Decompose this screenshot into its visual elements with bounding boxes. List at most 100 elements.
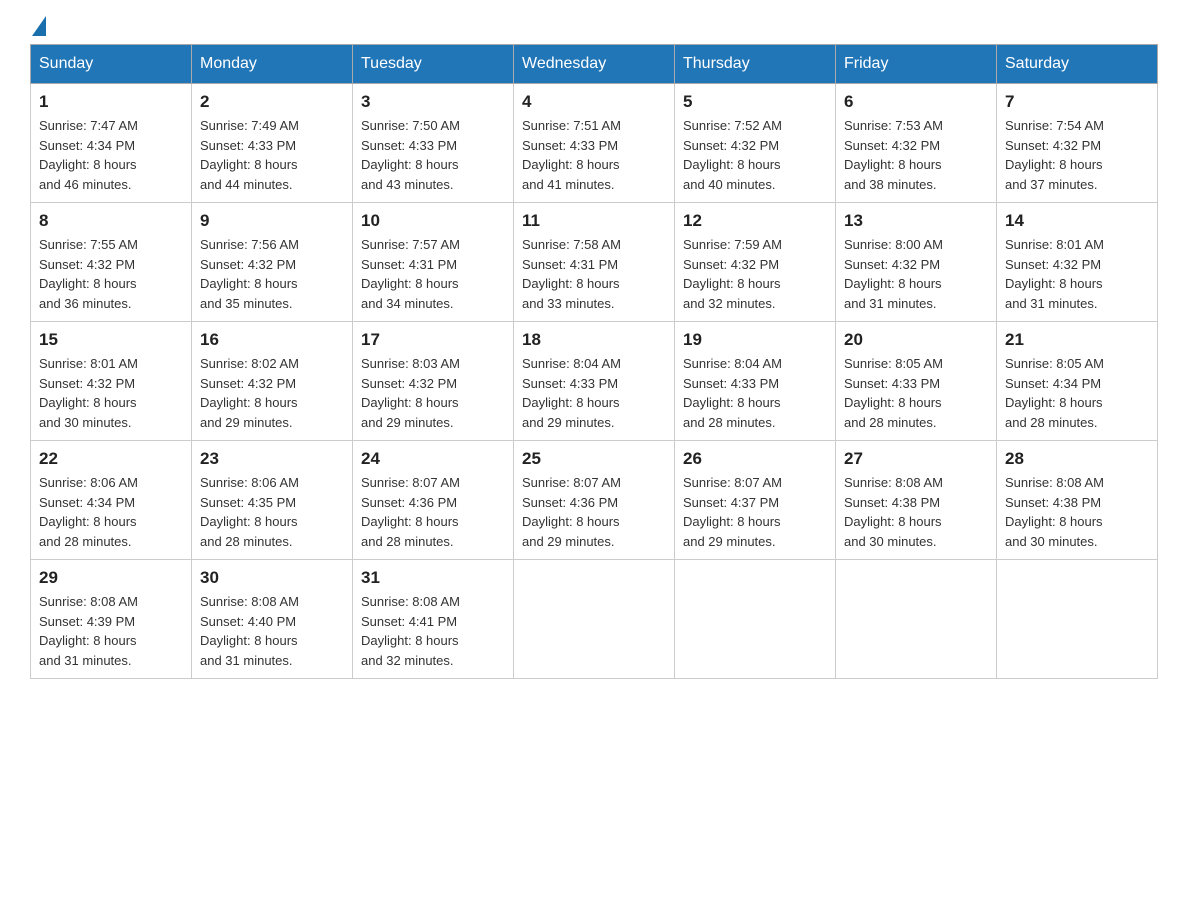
- calendar-cell: [514, 560, 675, 679]
- day-info: Sunrise: 7:47 AMSunset: 4:34 PMDaylight:…: [39, 116, 183, 194]
- calendar-cell: 27Sunrise: 8:08 AMSunset: 4:38 PMDayligh…: [836, 441, 997, 560]
- day-info: Sunrise: 8:08 AMSunset: 4:40 PMDaylight:…: [200, 592, 344, 670]
- calendar-cell: 31 Sunrise: 8:08 AMSunset: 4:41 PMDayligh…: [353, 560, 514, 679]
- day-number: 21: [1005, 330, 1149, 350]
- calendar-cell: 14 Sunrise: 8:01 AMSunset: 4:32 PMDayligh…: [997, 203, 1158, 322]
- day-info: Sunrise: 8:03 AMSunset: 4:32 PMDaylight:…: [361, 354, 505, 432]
- day-info: Sunrise: 7:54 AMSunset: 4:32 PMDaylight:…: [1005, 116, 1149, 194]
- day-number: 10: [361, 211, 505, 231]
- logo: [30, 20, 46, 34]
- day-number: 5: [683, 92, 827, 112]
- page-header: [30, 20, 1158, 34]
- calendar-cell: [836, 560, 997, 679]
- day-info: Sunrise: 7:51 AMSunset: 4:33 PMDaylight:…: [522, 116, 666, 194]
- day-info: Sunrise: 8:04 AMSunset: 4:33 PMDaylight:…: [522, 354, 666, 432]
- day-number: 4: [522, 92, 666, 112]
- day-number: 22: [39, 449, 183, 469]
- calendar-cell: 18 Sunrise: 8:04 AMSunset: 4:33 PMDayligh…: [514, 322, 675, 441]
- day-info: Sunrise: 8:08 AMSunset: 4:41 PMDaylight:…: [361, 592, 505, 670]
- calendar-cell: 29 Sunrise: 8:08 AMSunset: 4:39 PMDayligh…: [31, 560, 192, 679]
- day-number: 2: [200, 92, 344, 112]
- day-info: Sunrise: 7:49 AMSunset: 4:33 PMDaylight:…: [200, 116, 344, 194]
- day-info: Sunrise: 8:01 AMSunset: 4:32 PMDaylight:…: [39, 354, 183, 432]
- weekday-header-saturday: Saturday: [997, 45, 1158, 84]
- calendar-cell: 10 Sunrise: 7:57 AMSunset: 4:31 PMDayligh…: [353, 203, 514, 322]
- day-info: Sunrise: 8:07 AMSunset: 4:37 PMDaylight:…: [683, 473, 827, 551]
- calendar-cell: 25 Sunrise: 8:07 AMSunset: 4:36 PMDayligh…: [514, 441, 675, 560]
- weekday-header-sunday: Sunday: [31, 45, 192, 84]
- calendar-cell: [997, 560, 1158, 679]
- logo-triangle-icon: [32, 16, 46, 36]
- day-info: Sunrise: 8:08 AMSunset: 4:38 PMDaylight:…: [844, 473, 988, 551]
- day-number: 7: [1005, 92, 1149, 112]
- day-number: 31: [361, 568, 505, 588]
- day-number: 28: [1005, 449, 1149, 469]
- calendar-cell: 2 Sunrise: 7:49 AMSunset: 4:33 PMDaylight…: [192, 84, 353, 203]
- day-number: 24: [361, 449, 505, 469]
- day-info: Sunrise: 8:00 AMSunset: 4:32 PMDaylight:…: [844, 235, 988, 313]
- day-number: 18: [522, 330, 666, 350]
- calendar-week-row: 29 Sunrise: 8:08 AMSunset: 4:39 PMDayligh…: [31, 560, 1158, 679]
- day-number: 1: [39, 92, 183, 112]
- day-info: Sunrise: 7:53 AMSunset: 4:32 PMDaylight:…: [844, 116, 988, 194]
- calendar-cell: 12 Sunrise: 7:59 AMSunset: 4:32 PMDayligh…: [675, 203, 836, 322]
- day-number: 19: [683, 330, 827, 350]
- calendar-cell: 22 Sunrise: 8:06 AMSunset: 4:34 PMDayligh…: [31, 441, 192, 560]
- day-info: Sunrise: 8:07 AMSunset: 4:36 PMDaylight:…: [522, 473, 666, 551]
- calendar-cell: 24 Sunrise: 8:07 AMSunset: 4:36 PMDayligh…: [353, 441, 514, 560]
- day-number: 3: [361, 92, 505, 112]
- day-number: 12: [683, 211, 827, 231]
- calendar-cell: 11 Sunrise: 7:58 AMSunset: 4:31 PMDayligh…: [514, 203, 675, 322]
- day-number: 30: [200, 568, 344, 588]
- day-info: Sunrise: 8:06 AMSunset: 4:34 PMDaylight:…: [39, 473, 183, 551]
- day-number: 29: [39, 568, 183, 588]
- calendar-week-row: 8Sunrise: 7:55 AMSunset: 4:32 PMDaylight…: [31, 203, 1158, 322]
- weekday-header-friday: Friday: [836, 45, 997, 84]
- day-number: 9: [200, 211, 344, 231]
- calendar-cell: 16Sunrise: 8:02 AMSunset: 4:32 PMDayligh…: [192, 322, 353, 441]
- calendar-week-row: 22 Sunrise: 8:06 AMSunset: 4:34 PMDayligh…: [31, 441, 1158, 560]
- day-info: Sunrise: 8:06 AMSunset: 4:35 PMDaylight:…: [200, 473, 344, 551]
- day-info: Sunrise: 7:57 AMSunset: 4:31 PMDaylight:…: [361, 235, 505, 313]
- calendar-cell: 20Sunrise: 8:05 AMSunset: 4:33 PMDayligh…: [836, 322, 997, 441]
- day-info: Sunrise: 7:58 AMSunset: 4:31 PMDaylight:…: [522, 235, 666, 313]
- calendar-cell: 23 Sunrise: 8:06 AMSunset: 4:35 PMDayligh…: [192, 441, 353, 560]
- calendar-cell: 15Sunrise: 8:01 AMSunset: 4:32 PMDayligh…: [31, 322, 192, 441]
- weekday-header-row: SundayMondayTuesdayWednesdayThursdayFrid…: [31, 45, 1158, 84]
- day-info: Sunrise: 8:05 AMSunset: 4:34 PMDaylight:…: [1005, 354, 1149, 432]
- day-number: 11: [522, 211, 666, 231]
- calendar-cell: 3 Sunrise: 7:50 AMSunset: 4:33 PMDaylight…: [353, 84, 514, 203]
- calendar-cell: 9Sunrise: 7:56 AMSunset: 4:32 PMDaylight…: [192, 203, 353, 322]
- day-info: Sunrise: 8:04 AMSunset: 4:33 PMDaylight:…: [683, 354, 827, 432]
- day-number: 8: [39, 211, 183, 231]
- day-number: 25: [522, 449, 666, 469]
- day-info: Sunrise: 7:52 AMSunset: 4:32 PMDaylight:…: [683, 116, 827, 194]
- day-info: Sunrise: 7:59 AMSunset: 4:32 PMDaylight:…: [683, 235, 827, 313]
- calendar-cell: 1 Sunrise: 7:47 AMSunset: 4:34 PMDaylight…: [31, 84, 192, 203]
- day-number: 16: [200, 330, 344, 350]
- day-info: Sunrise: 8:08 AMSunset: 4:39 PMDaylight:…: [39, 592, 183, 670]
- day-number: 23: [200, 449, 344, 469]
- day-info: Sunrise: 8:07 AMSunset: 4:36 PMDaylight:…: [361, 473, 505, 551]
- calendar-week-row: 15Sunrise: 8:01 AMSunset: 4:32 PMDayligh…: [31, 322, 1158, 441]
- calendar-cell: 5 Sunrise: 7:52 AMSunset: 4:32 PMDaylight…: [675, 84, 836, 203]
- calendar-cell: 7 Sunrise: 7:54 AMSunset: 4:32 PMDaylight…: [997, 84, 1158, 203]
- day-info: Sunrise: 8:01 AMSunset: 4:32 PMDaylight:…: [1005, 235, 1149, 313]
- calendar-cell: 6 Sunrise: 7:53 AMSunset: 4:32 PMDaylight…: [836, 84, 997, 203]
- day-number: 14: [1005, 211, 1149, 231]
- calendar-cell: 30 Sunrise: 8:08 AMSunset: 4:40 PMDayligh…: [192, 560, 353, 679]
- calendar-cell: 28Sunrise: 8:08 AMSunset: 4:38 PMDayligh…: [997, 441, 1158, 560]
- weekday-header-monday: Monday: [192, 45, 353, 84]
- calendar-cell: 17Sunrise: 8:03 AMSunset: 4:32 PMDayligh…: [353, 322, 514, 441]
- weekday-header-wednesday: Wednesday: [514, 45, 675, 84]
- calendar-cell: 21 Sunrise: 8:05 AMSunset: 4:34 PMDayligh…: [997, 322, 1158, 441]
- calendar-cell: 8Sunrise: 7:55 AMSunset: 4:32 PMDaylight…: [31, 203, 192, 322]
- calendar-table: SundayMondayTuesdayWednesdayThursdayFrid…: [30, 44, 1158, 679]
- calendar-week-row: 1 Sunrise: 7:47 AMSunset: 4:34 PMDaylight…: [31, 84, 1158, 203]
- calendar-cell: 26 Sunrise: 8:07 AMSunset: 4:37 PMDayligh…: [675, 441, 836, 560]
- calendar-cell: 13 Sunrise: 8:00 AMSunset: 4:32 PMDayligh…: [836, 203, 997, 322]
- day-number: 26: [683, 449, 827, 469]
- day-number: 13: [844, 211, 988, 231]
- day-number: 6: [844, 92, 988, 112]
- day-info: Sunrise: 7:50 AMSunset: 4:33 PMDaylight:…: [361, 116, 505, 194]
